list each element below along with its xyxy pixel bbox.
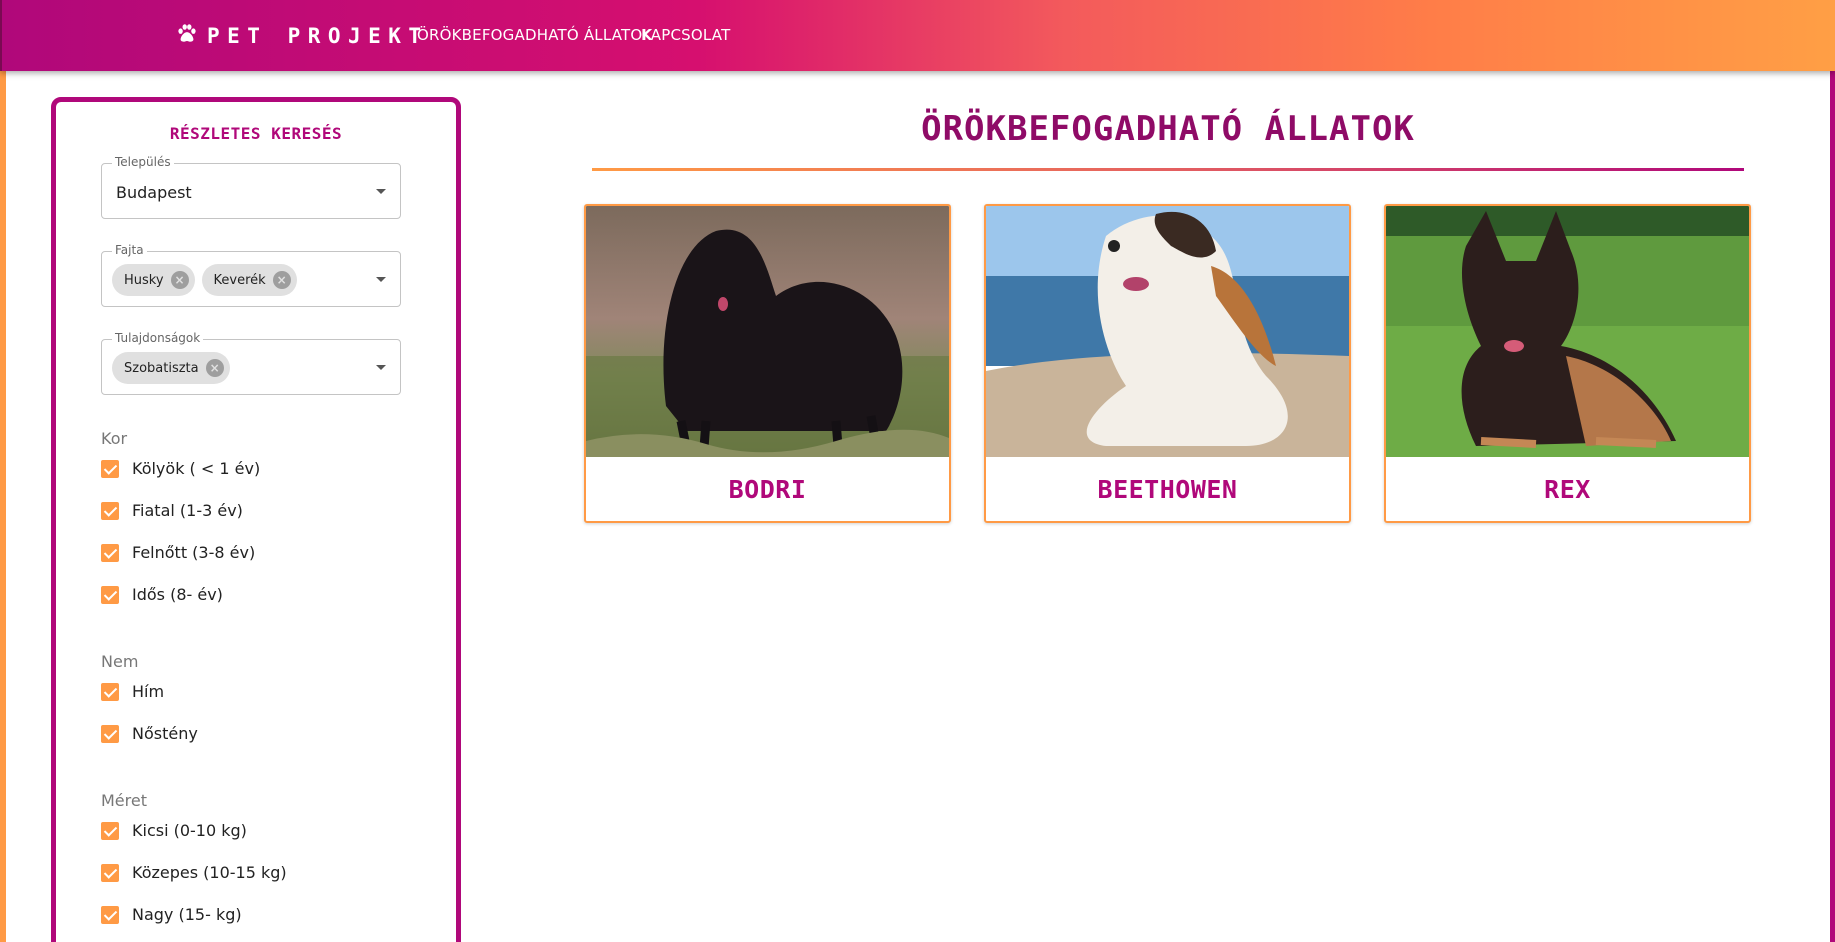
- checkbox-label: Felnőtt (3-8 év): [132, 543, 256, 562]
- size-group-label: Méret: [101, 791, 147, 810]
- location-value: Budapest: [116, 183, 192, 202]
- breed-chip: Husky ×: [112, 264, 195, 296]
- checkbox-label: Közepes (10-15 kg): [132, 863, 287, 882]
- checkbox-checked-icon[interactable]: [101, 682, 119, 701]
- paw-icon: [176, 22, 198, 49]
- checkbox-label: Nagy (15- kg): [132, 905, 242, 924]
- size-checkbox[interactable]: Közepes (10-15 kg): [101, 863, 287, 882]
- chip-remove-icon[interactable]: ×: [205, 359, 224, 377]
- page-title: ÖRÖKBEFOGADHATÓ ÁLLATOK: [921, 109, 1415, 149]
- animal-card[interactable]: BODRI: [584, 204, 951, 523]
- animal-photo-saint-bernard: [986, 206, 1349, 457]
- checkbox-label: Kölyök ( < 1 év): [132, 459, 261, 478]
- sex-group-label: Nem: [101, 652, 139, 671]
- animal-name[interactable]: REX: [1386, 475, 1749, 504]
- checkbox-checked-icon[interactable]: [101, 459, 119, 478]
- page-border-right: [1830, 71, 1835, 942]
- animal-name[interactable]: BEETHOWEN: [986, 475, 1349, 504]
- chip-label: Husky: [124, 272, 164, 288]
- page-border-left: [0, 71, 6, 942]
- sex-checkbox[interactable]: Nőstény: [101, 724, 198, 743]
- animal-card[interactable]: REX: [1384, 204, 1751, 523]
- top-navbar: PET PROJEKT ÖRÖKBEFOGADHATÓ ÁLLATOK KAPC…: [0, 0, 1835, 71]
- trait-chip: Szobatiszta ×: [112, 352, 230, 384]
- animal-photo-puli: [586, 206, 949, 457]
- chip-label: Szobatiszta: [124, 360, 199, 376]
- checkbox-checked-icon[interactable]: [101, 543, 119, 562]
- search-sidebar: RÉSZLETES KERESÉS Település Budapest Faj…: [51, 97, 461, 942]
- chip-remove-icon[interactable]: ×: [272, 271, 291, 289]
- size-checkbox[interactable]: Nagy (15- kg): [101, 905, 242, 924]
- age-checkbox[interactable]: Felnőtt (3-8 év): [101, 543, 255, 562]
- chevron-down-icon: [376, 365, 386, 370]
- checkbox-label: Idős (8- év): [132, 585, 223, 604]
- checkbox-label: Fiatal (1-3 év): [132, 501, 243, 520]
- nav-link-contact[interactable]: KAPCSOLAT: [641, 26, 730, 44]
- checkbox-label: Nőstény: [132, 724, 198, 743]
- animal-photo-german-shepherd: [1386, 206, 1749, 457]
- checkbox-checked-icon[interactable]: [101, 821, 119, 840]
- brand-link[interactable]: PET PROJEKT: [176, 22, 429, 49]
- chip-label: Keverék: [213, 272, 266, 288]
- sidebar-title: RÉSZLETES KERESÉS: [169, 124, 343, 143]
- age-group-label: Kor: [101, 429, 128, 448]
- title-divider: [592, 168, 1744, 171]
- chip-remove-icon[interactable]: ×: [170, 271, 189, 289]
- age-checkbox[interactable]: Fiatal (1-3 év): [101, 501, 243, 520]
- breed-label: Fajta: [112, 243, 147, 257]
- size-checkbox[interactable]: Kicsi (0-10 kg): [101, 821, 247, 840]
- location-select[interactable]: Település Budapest: [101, 155, 401, 219]
- checkbox-checked-icon[interactable]: [101, 501, 119, 520]
- animal-card[interactable]: BEETHOWEN: [984, 204, 1351, 523]
- traits-label: Tulajdonságok: [112, 331, 204, 345]
- checkbox-checked-icon[interactable]: [101, 724, 119, 743]
- brand-name: PET PROJEKT: [207, 23, 429, 48]
- checkbox-checked-icon[interactable]: [101, 863, 119, 882]
- age-checkbox[interactable]: Idős (8- év): [101, 585, 223, 604]
- checkbox-checked-icon[interactable]: [101, 585, 119, 604]
- breed-select[interactable]: Fajta Husky × Keverék ×: [101, 243, 401, 307]
- breed-chip: Keverék ×: [201, 264, 297, 296]
- traits-select[interactable]: Tulajdonságok Szobatiszta ×: [101, 331, 401, 395]
- chevron-down-icon: [376, 189, 386, 194]
- checkbox-label: Kicsi (0-10 kg): [132, 821, 247, 840]
- sex-checkbox[interactable]: Hím: [101, 682, 164, 701]
- checkbox-checked-icon[interactable]: [101, 905, 119, 924]
- location-label: Település: [112, 155, 174, 169]
- animal-name[interactable]: BODRI: [586, 475, 949, 504]
- checkbox-label: Hím: [132, 682, 165, 701]
- age-checkbox[interactable]: Kölyök ( < 1 év): [101, 459, 260, 478]
- chevron-down-icon: [376, 277, 386, 282]
- nav-link-adoptable[interactable]: ÖRÖKBEFOGADHATÓ ÁLLATOK: [417, 26, 652, 44]
